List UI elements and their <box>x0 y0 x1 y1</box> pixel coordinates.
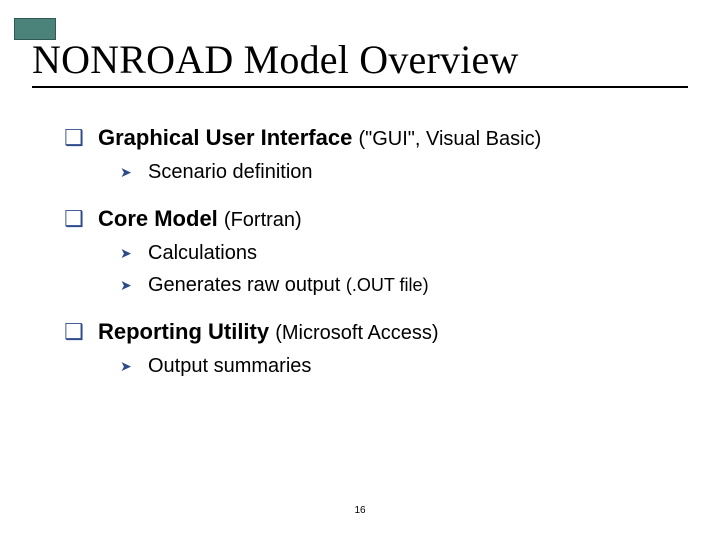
heading-paren: (Fortran) <box>224 209 302 231</box>
heading-label: Reporting Utility <box>98 319 269 344</box>
section-reporting-utility: ❑ Reporting Utility (Microsoft Access) ➤… <box>64 318 680 379</box>
item-paren: (.OUT file) <box>346 275 429 295</box>
item-text: Generates raw output (.OUT file) <box>148 272 429 298</box>
section-core-model: ❑ Core Model (Fortran) ➤ Calculations ➤ … <box>64 205 680 298</box>
item-generates-raw-output: ➤ Generates raw output (.OUT file) <box>120 272 680 298</box>
heading-paren: ("GUI", Visual Basic) <box>358 128 541 150</box>
section-gui: ❑ Graphical User Interface ("GUI", Visua… <box>64 124 680 185</box>
item-text: Scenario definition <box>148 159 313 185</box>
heading-text: Graphical User Interface ("GUI", Visual … <box>98 124 541 153</box>
page-title: NONROAD Model Overview <box>32 36 519 83</box>
heading-text: Reporting Utility (Microsoft Access) <box>98 318 439 347</box>
page-number: 16 <box>0 505 720 516</box>
heading-paren: (Microsoft Access) <box>275 322 438 344</box>
heading-label: Graphical User Interface <box>98 125 352 150</box>
heading-label: Core Model <box>98 206 218 231</box>
item-output-summaries: ➤ Output summaries <box>120 353 680 379</box>
bullet-icon: ❑ <box>64 124 84 152</box>
content-area: ❑ Graphical User Interface ("GUI", Visua… <box>64 124 680 399</box>
bullet-icon: ❑ <box>64 205 84 233</box>
item-text: Output summaries <box>148 353 311 379</box>
item-scenario-definition: ➤ Scenario definition <box>120 159 680 185</box>
item-calculations: ➤ Calculations <box>120 240 680 266</box>
item-main-text: Generates raw output <box>148 274 346 296</box>
chevron-right-icon: ➤ <box>120 240 134 266</box>
heading-core-model: ❑ Core Model (Fortran) <box>64 205 680 234</box>
heading-reporting-utility: ❑ Reporting Utility (Microsoft Access) <box>64 318 680 347</box>
heading-gui: ❑ Graphical User Interface ("GUI", Visua… <box>64 124 680 153</box>
item-text: Calculations <box>148 240 257 266</box>
chevron-right-icon: ➤ <box>120 272 134 298</box>
bullet-icon: ❑ <box>64 318 84 346</box>
title-underline <box>32 86 688 88</box>
heading-text: Core Model (Fortran) <box>98 205 302 234</box>
chevron-right-icon: ➤ <box>120 353 134 379</box>
chevron-right-icon: ➤ <box>120 159 134 185</box>
